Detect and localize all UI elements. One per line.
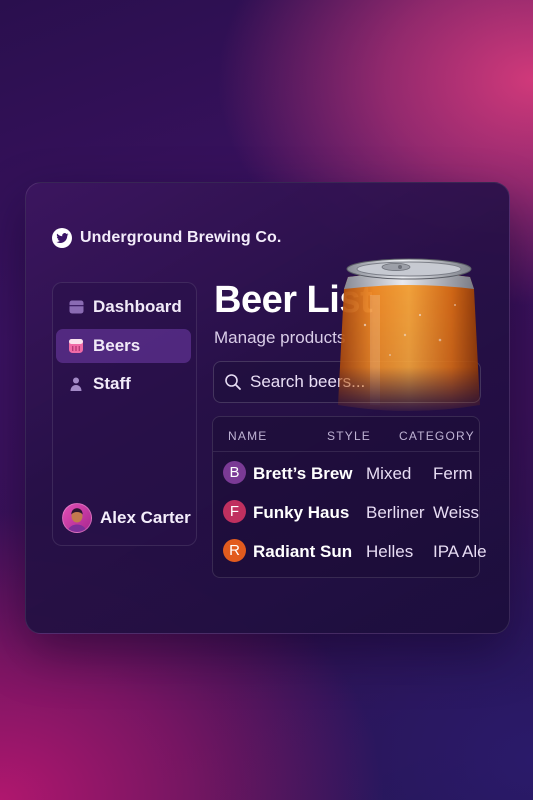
brand: Underground Brewing Co.: [52, 228, 281, 248]
sidebar-item-dashboard[interactable]: Dashboard: [56, 290, 191, 324]
beer-name: Brett’s Brew: [253, 464, 353, 483]
user-profile[interactable]: Alex Carter: [62, 503, 191, 533]
beer-name: Radiant Sun: [253, 542, 353, 561]
search-icon: [225, 374, 241, 390]
beer-category: Ferm: [433, 464, 473, 483]
beer-initial-badge: R: [223, 539, 246, 562]
table-row[interactable]: F Funky Haus Berliner Weiss: [213, 497, 513, 527]
table-row[interactable]: R Radiant Sun Helles IPA Ale: [213, 536, 513, 566]
sidebar: Dashboard Beers Staff Alex Carter: [52, 282, 197, 546]
beer-table: NAME STYLE CATEGORY B Brett’s Brew Mixed…: [212, 416, 487, 578]
beer-category: Weiss: [433, 503, 479, 522]
beer-mug-icon: [68, 338, 84, 354]
avatar: [62, 503, 92, 533]
table-header: NAME STYLE CATEGORY: [213, 417, 479, 452]
sidebar-item-staff[interactable]: Staff: [56, 367, 191, 401]
beer-name: Funky Haus: [253, 503, 350, 522]
sidebar-item-label: Staff: [93, 374, 131, 393]
dashboard-icon: [68, 299, 84, 315]
beer-initial-badge: F: [223, 500, 246, 523]
brand-name: Underground Brewing Co.: [80, 229, 282, 246]
table-row[interactable]: B Brett’s Brew Mixed Ferm: [213, 458, 513, 488]
sidebar-item-label: Dashboard: [93, 297, 182, 316]
person-icon: [68, 376, 84, 392]
user-name: Alex Carter: [100, 508, 191, 527]
page-subtitle: Manage products: [214, 328, 346, 347]
sidebar-item-beers[interactable]: Beers: [56, 329, 191, 363]
beer-style: Mixed: [366, 464, 412, 483]
bird-icon: [52, 228, 72, 248]
beer-can-image: [338, 258, 480, 411]
sidebar-item-label: Beers: [93, 336, 141, 355]
column-header-category[interactable]: CATEGORY: [399, 429, 475, 443]
beer-category: IPA Ale: [433, 542, 487, 561]
column-header-name[interactable]: NAME: [228, 429, 267, 443]
beer-style: Helles: [366, 542, 414, 561]
column-header-style[interactable]: STYLE: [327, 429, 371, 443]
beer-initial-badge: B: [223, 461, 246, 484]
beer-style: Berliner: [366, 503, 425, 522]
